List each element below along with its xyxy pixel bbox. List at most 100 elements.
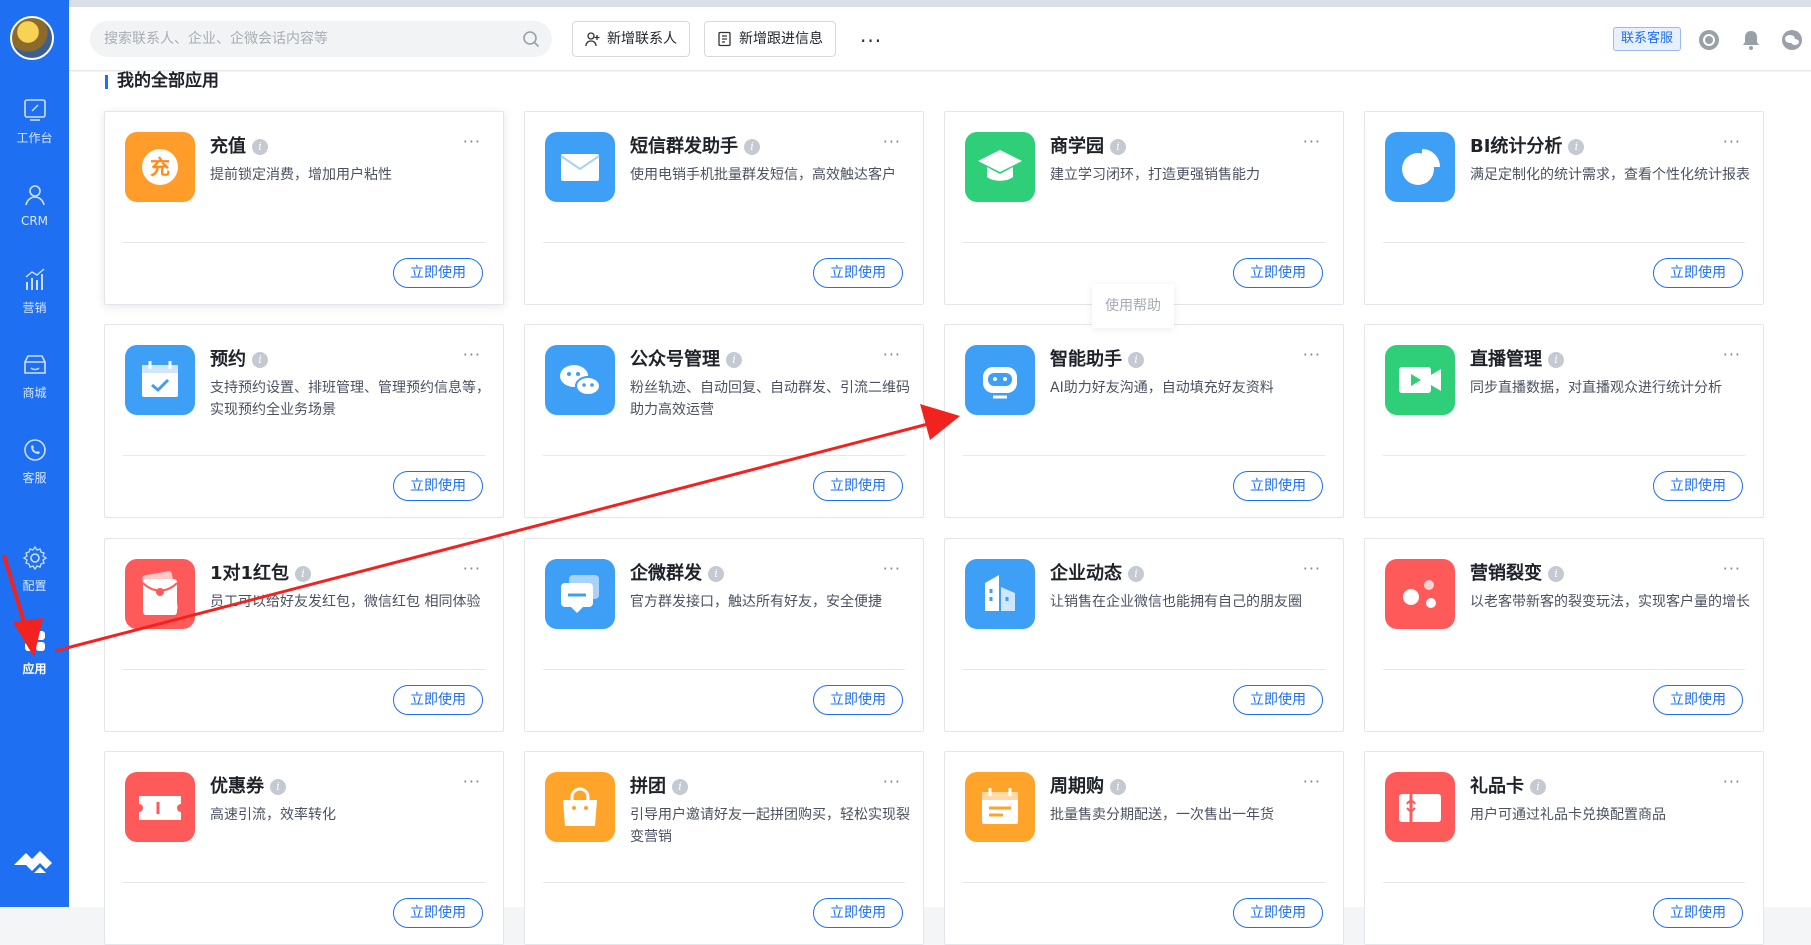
- card-more-icon[interactable]: ···: [883, 132, 901, 151]
- use-now-button[interactable]: 立即使用: [813, 685, 903, 715]
- divider: [963, 455, 1325, 456]
- sidebar-item-marketing[interactable]: 营销: [0, 267, 69, 331]
- use-now-button[interactable]: 立即使用: [1653, 471, 1743, 501]
- info-icon[interactable]: i: [1548, 352, 1564, 368]
- card-more-icon[interactable]: ···: [1723, 345, 1741, 364]
- use-now-button[interactable]: 立即使用: [1653, 685, 1743, 715]
- info-icon[interactable]: i: [672, 779, 688, 795]
- app-card-ai-assistant[interactable]: 智能助手 i ··· AI助力好友沟通，自动填充好友资料 立即使用: [944, 324, 1344, 518]
- app-card-red-packet[interactable]: 1对1红包 i ··· 员工可以给好友发红包，微信红包 相同体验 立即使用: [104, 538, 504, 732]
- use-now-button[interactable]: 立即使用: [813, 898, 903, 928]
- info-icon[interactable]: i: [252, 352, 268, 368]
- card-more-icon[interactable]: ···: [1723, 772, 1741, 791]
- info-icon[interactable]: i: [744, 139, 760, 155]
- card-more-icon[interactable]: ···: [1303, 559, 1321, 578]
- coupon-icon: [125, 772, 195, 842]
- avatar[interactable]: [10, 16, 54, 60]
- use-now-button[interactable]: 立即使用: [393, 471, 483, 501]
- sidebar-item-service[interactable]: 客服: [0, 437, 69, 501]
- info-icon[interactable]: i: [726, 352, 742, 368]
- use-now-button[interactable]: 立即使用: [393, 685, 483, 715]
- sidebar-item-apps[interactable]: 应用: [0, 628, 69, 692]
- info-icon[interactable]: i: [1128, 352, 1144, 368]
- info-icon[interactable]: i: [252, 139, 268, 155]
- apps-grid-icon: [24, 631, 45, 651]
- marketing-chart-icon: [25, 268, 44, 290]
- card-more-icon[interactable]: ···: [883, 559, 901, 578]
- divider: [1383, 882, 1745, 883]
- app-card-sms[interactable]: 短信群发助手 i ··· 使用电销手机批量群发短信，高效触达客户 立即使用: [524, 111, 924, 305]
- info-icon[interactable]: i: [1110, 139, 1126, 155]
- brand-logo-icon: [14, 851, 52, 873]
- card-more-icon[interactable]: ···: [1303, 345, 1321, 364]
- info-icon[interactable]: i: [708, 566, 724, 582]
- use-now-button[interactable]: 立即使用: [393, 258, 483, 288]
- card-more-icon[interactable]: ···: [1303, 772, 1321, 791]
- app-card-subscription[interactable]: 周期购 i ··· 批量售卖分期配送，一次售出一年货 立即使用: [944, 751, 1344, 945]
- card-more-icon[interactable]: ···: [1303, 132, 1321, 151]
- divider: [123, 455, 485, 456]
- use-now-button[interactable]: 立即使用: [813, 471, 903, 501]
- info-icon[interactable]: i: [1110, 779, 1126, 795]
- card-more-icon[interactable]: ···: [1723, 559, 1741, 578]
- search-input[interactable]: [90, 21, 490, 57]
- info-icon[interactable]: i: [1128, 566, 1144, 582]
- card-more-icon[interactable]: ···: [883, 772, 901, 791]
- use-now-button[interactable]: 立即使用: [813, 258, 903, 288]
- app-name: 1对1红包 i: [210, 559, 312, 585]
- use-now-button[interactable]: 立即使用: [393, 898, 483, 928]
- use-now-button[interactable]: 立即使用: [1233, 898, 1323, 928]
- app-card-official-account[interactable]: 公众号管理 i ··· 粉丝轨迹、自动回复、自动群发、引流二维码 助力高效运营 立…: [524, 324, 924, 518]
- app-card-company-moments[interactable]: 企业动态 i ··· 让销售在企业微信也能拥有自己的朋友圈 立即使用: [944, 538, 1344, 732]
- app-card-gift-card[interactable]: 礼品卡 i ··· 用户可通过礼品卡兑换配置商品 立即使用: [1364, 751, 1764, 945]
- add-followup-button[interactable]: 新增跟进信息: [704, 21, 836, 57]
- info-icon[interactable]: i: [1548, 566, 1564, 582]
- card-more-icon[interactable]: ···: [463, 132, 481, 151]
- user-icon: [24, 185, 45, 206]
- info-icon[interactable]: i: [270, 779, 286, 795]
- app-description: 提前锁定消费，增加用户粘性: [210, 167, 392, 183]
- use-now-button[interactable]: 立即使用: [1233, 258, 1323, 288]
- wechat-chat-icon[interactable]: [1781, 29, 1803, 51]
- info-icon[interactable]: i: [1568, 139, 1585, 155]
- help-tooltip: 使用帮助: [1092, 284, 1174, 328]
- divider: [1383, 669, 1745, 670]
- use-now-button[interactable]: 立即使用: [1653, 898, 1743, 928]
- sidebar-item-store[interactable]: 商城: [0, 352, 69, 416]
- card-more-icon[interactable]: ···: [883, 345, 901, 364]
- app-description: 让销售在企业微信也能拥有自己的朋友圈: [1050, 594, 1302, 610]
- card-more-icon[interactable]: ···: [463, 772, 481, 791]
- more-menu-icon[interactable]: ···: [860, 29, 882, 53]
- add-contact-button[interactable]: 新增联系人: [572, 21, 690, 57]
- app-card-live[interactable]: 直播管理 i ··· 同步直播数据，对直播观众进行统计分析 立即使用: [1364, 324, 1764, 518]
- bell-icon[interactable]: [1740, 29, 1762, 51]
- use-now-button[interactable]: 立即使用: [1233, 471, 1323, 501]
- contact-support-button[interactable]: 联系客服: [1613, 27, 1682, 51]
- sidebar-item-settings[interactable]: 配置: [0, 545, 69, 609]
- app-description: 用户可通过礼品卡兑换配置商品: [1470, 807, 1666, 823]
- app-card-booking[interactable]: 预约 i ··· 支持预约设置、排班管理、管理预约信息等，实现预约全业务场景 立即…: [104, 324, 504, 518]
- app-card-fission[interactable]: 营销裂变 i ··· 以老客带新客的裂变玩法，实现客户量的增长 立即使用: [1364, 538, 1764, 732]
- info-icon[interactable]: i: [1530, 779, 1546, 795]
- card-more-icon[interactable]: ···: [1723, 132, 1741, 151]
- add-contact-label: 新增联系人: [607, 31, 677, 47]
- use-now-button[interactable]: 立即使用: [1233, 685, 1323, 715]
- shopping-bag-icon: [545, 772, 615, 842]
- sidebar-item-crm[interactable]: CRM: [0, 182, 69, 246]
- info-icon[interactable]: i: [295, 566, 312, 582]
- app-card-bi[interactable]: BI统计分析 i ··· 满足定制化的统计需求，查看个性化统计报表 立即使用: [1364, 111, 1764, 305]
- app-name: 直播管理 i: [1470, 345, 1564, 371]
- search-icon[interactable]: [522, 30, 540, 48]
- app-card-academy[interactable]: 商学园 i ··· 建立学习闭环，打造更强销售能力 立即使用: [944, 111, 1344, 305]
- card-more-icon[interactable]: ···: [463, 345, 481, 364]
- app-card-coupon[interactable]: 优惠券 i ··· 高速引流，效率转化 立即使用: [104, 751, 504, 945]
- sidebar-item-label: CRM: [20, 214, 49, 228]
- app-card-recharge[interactable]: 充 充值 i ··· 提前锁定消费，增加用户粘性 立即使用: [104, 111, 504, 305]
- use-now-button[interactable]: 立即使用: [1653, 258, 1743, 288]
- app-card-group-buy[interactable]: 拼团 i ··· 引导用户邀请好友一起拼团购买，轻松实现裂变营销 立即使用: [524, 751, 924, 945]
- card-more-icon[interactable]: ···: [463, 559, 481, 578]
- app-card-wecom-broadcast[interactable]: 企微群发 i ··· 官方群发接口，触达所有好友，安全便捷 立即使用: [524, 538, 924, 732]
- sidebar-item-workbench[interactable]: 工作台: [0, 97, 69, 161]
- support-headset-icon[interactable]: [1698, 29, 1720, 51]
- store-icon: [23, 355, 46, 374]
